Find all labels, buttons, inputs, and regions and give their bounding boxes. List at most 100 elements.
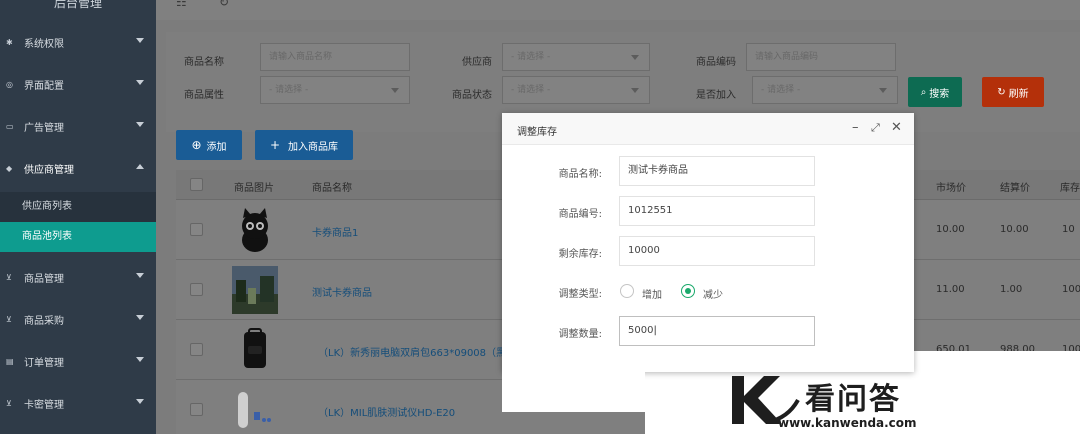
- sidebar-subitem-product-pool[interactable]: 商品池列表: [0, 222, 156, 252]
- column-header-name: 商品名称: [312, 183, 352, 194]
- row-checkbox[interactable]: [190, 223, 203, 236]
- filter-joined-label: 是否加入: [696, 90, 736, 101]
- cart-icon: ⊻: [6, 314, 12, 324]
- field-label: 商品名称:: [558, 169, 602, 180]
- product-name-field[interactable]: 测试卡券商品: [619, 156, 815, 186]
- search-icon: ⌕: [920, 86, 927, 98]
- plus-icon: +: [269, 138, 281, 152]
- increase-label: 增加: [642, 290, 662, 301]
- product-name-link[interactable]: （LK）MIL肌肤测试仪HD-E20: [318, 404, 455, 419]
- chevron-down-icon: [631, 55, 639, 60]
- row-checkbox[interactable]: [190, 283, 203, 296]
- chevron-down-icon: [136, 357, 144, 362]
- minimize-icon[interactable]: –: [852, 120, 859, 135]
- sidebar-item-orders[interactable]: ▤ 订单管理: [0, 340, 156, 382]
- chevron-down-icon: [136, 273, 144, 278]
- brand-title: 后台管理: [53, 0, 102, 10]
- add-button[interactable]: ⊕ 添加: [176, 130, 242, 160]
- watermark-text: 看问答: [805, 382, 901, 417]
- product-image: [232, 266, 278, 314]
- settle-price-cell: 1.00: [1000, 284, 1023, 295]
- decrease-label: 减少: [703, 290, 723, 301]
- product-image: [232, 326, 278, 374]
- sidebar-item-ui-config[interactable]: ◎ 界面配置: [0, 63, 156, 105]
- watermark-url: www.kanwenda.com: [778, 416, 917, 430]
- refresh-button[interactable]: ↻ 刷新: [982, 77, 1044, 107]
- column-header-stock: 库存: [1060, 183, 1080, 194]
- decrease-radio[interactable]: [681, 284, 695, 298]
- product-name-input[interactable]: 请输入商品名称: [260, 43, 410, 71]
- product-code-input[interactable]: 请输入商品编码: [746, 43, 896, 71]
- row-checkbox[interactable]: [190, 403, 203, 416]
- plus-circle-icon: ⊕: [191, 138, 202, 152]
- add-to-library-button[interactable]: + 加入商品库: [255, 130, 353, 160]
- product-name-link[interactable]: 测试卡券商品: [312, 284, 372, 299]
- filter-supplier-label: 供应商: [462, 57, 492, 68]
- dialog-footer: [502, 372, 645, 412]
- row-checkbox[interactable]: [190, 343, 203, 356]
- stock-cell: 100: [1062, 284, 1080, 295]
- sidebar-item-purchasing[interactable]: ⊻ 商品采购: [0, 298, 156, 340]
- product-image: [232, 206, 278, 254]
- palette-icon: ◎: [6, 79, 13, 89]
- cube-icon: ◆: [6, 163, 13, 173]
- chevron-down-icon: [136, 122, 144, 127]
- refresh-icon: ↻: [997, 86, 1006, 98]
- chevron-up-icon: [136, 164, 144, 169]
- adjust-stock-dialog: 调整库存 – ⤢ ✕ 商品名称: 测试卡券商品 商品编号: 1012551 剩余…: [502, 113, 914, 372]
- dialog-header: 调整库存 – ⤢ ✕: [502, 113, 914, 145]
- product-status-select[interactable]: - 请选择 -: [502, 76, 650, 104]
- increase-radio[interactable]: [620, 284, 634, 298]
- chevron-down-icon: [391, 88, 399, 93]
- filter-attr-label: 商品属性: [184, 90, 224, 101]
- monitor-icon: ▭: [6, 121, 14, 131]
- chevron-down-icon: [136, 38, 144, 43]
- document-icon: ▤: [6, 356, 14, 366]
- adjust-quantity-input[interactable]: 5000|: [619, 316, 815, 346]
- menu-toggle-icon[interactable]: ☷: [176, 0, 187, 9]
- sidebar: 后台管理 ✱ 系统权限 ◎ 界面配置 ▭ 广告管理 ◆ 供应商管理 供应商列表 …: [0, 0, 156, 434]
- dialog-title: 调整库存: [517, 127, 557, 138]
- chevron-down-icon: [631, 88, 639, 93]
- filter-status-label: 商品状态: [452, 90, 492, 101]
- maximize-icon[interactable]: ⤢: [871, 121, 880, 135]
- top-toolbar: ☷ ↻: [156, 0, 1080, 20]
- product-name-link[interactable]: 卡券商品1: [312, 224, 358, 239]
- market-price-cell: 11.00: [936, 284, 965, 295]
- column-header-image: 商品图片: [234, 183, 274, 194]
- chevron-down-icon: [136, 399, 144, 404]
- column-header-settle-price: 结算价: [1000, 183, 1030, 194]
- cart-icon: ⊻: [6, 272, 12, 282]
- product-code-field[interactable]: 1012551: [619, 196, 815, 226]
- column-header-market-price: 市场价: [936, 183, 966, 194]
- field-label: 调整类型:: [558, 289, 602, 300]
- joined-select[interactable]: - 请选择 -: [752, 76, 898, 104]
- product-name-link[interactable]: （LK）新秀丽电脑双肩包663*09008（黑: [318, 344, 506, 359]
- remaining-stock-field[interactable]: 10000: [619, 236, 815, 266]
- filter-code-label: 商品编码: [696, 57, 736, 68]
- sidebar-item-ads[interactable]: ▭ 广告管理: [0, 105, 156, 147]
- chevron-down-icon: [879, 88, 887, 93]
- market-price-cell: 10.00: [936, 224, 965, 235]
- search-button[interactable]: ⌕ 搜索: [908, 77, 962, 107]
- stock-cell: 10: [1062, 224, 1075, 235]
- sidebar-item-products[interactable]: ⊻ 商品管理: [0, 256, 156, 298]
- chevron-down-icon: [136, 80, 144, 85]
- field-label: 剩余库存:: [558, 249, 602, 260]
- refresh-icon[interactable]: ↻: [219, 0, 229, 9]
- settle-price-cell: 10.00: [1000, 224, 1029, 235]
- product-image: [232, 386, 278, 434]
- field-label: 调整数量:: [558, 329, 602, 340]
- product-attr-select[interactable]: - 请选择 -: [260, 76, 410, 104]
- close-icon[interactable]: ✕: [891, 120, 902, 135]
- select-all-checkbox[interactable]: [190, 178, 203, 191]
- sidebar-item-card-keys[interactable]: ⊻ 卡密管理: [0, 382, 156, 424]
- gear-icon: ✱: [6, 37, 13, 47]
- sidebar-subitem-supplier-list[interactable]: 供应商列表: [0, 192, 156, 222]
- cart-icon: ⊻: [6, 398, 12, 408]
- chevron-down-icon: [136, 315, 144, 320]
- sidebar-item-permissions[interactable]: ✱ 系统权限: [0, 21, 156, 63]
- sidebar-item-suppliers[interactable]: ◆ 供应商管理: [0, 147, 156, 189]
- field-label: 商品编号:: [558, 209, 602, 220]
- supplier-select[interactable]: - 请选择 -: [502, 43, 650, 71]
